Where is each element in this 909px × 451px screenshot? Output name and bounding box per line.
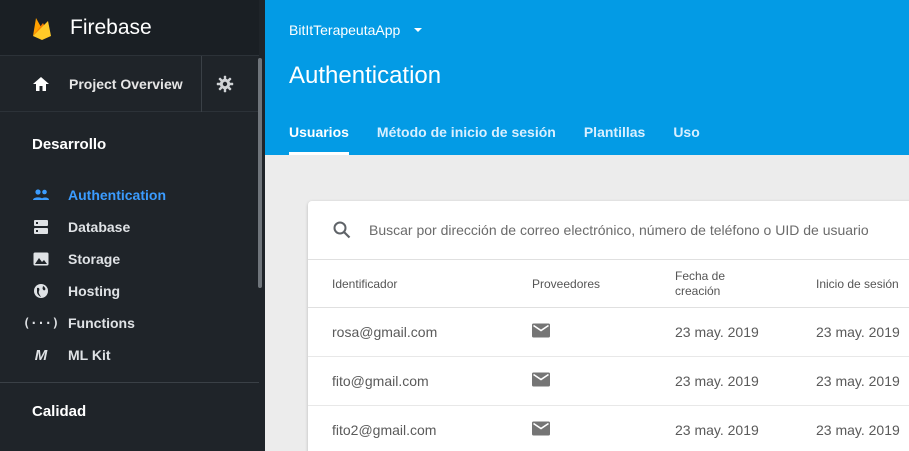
created-date: 23 may. 2019 <box>675 373 759 389</box>
project-name: BitItTerapeutaApp <box>289 22 401 38</box>
user-identifier: rosa@gmail.com <box>332 324 438 340</box>
sidebar-item-authentication[interactable]: Authentication <box>0 179 259 211</box>
sidebar-header: Firebase <box>0 0 259 56</box>
column-header-created[interactable]: Fecha de creación <box>675 269 755 299</box>
page-title: Authentication <box>289 62 442 89</box>
table-row[interactable]: rosa@gmail.com 23 may. 2019 23 may. 2019 <box>308 308 909 357</box>
tab-plantillas[interactable]: Plantillas <box>584 124 645 155</box>
tab-uso[interactable]: Uso <box>673 124 699 155</box>
table-row[interactable]: fito@gmail.com 23 may. 2019 23 may. 2019 <box>308 357 909 406</box>
sidebar-item-hosting[interactable]: Hosting <box>0 275 259 307</box>
section-calidad: Calidad <box>32 403 87 420</box>
sidebar-item-label: Database <box>68 219 131 235</box>
tab-metodo-inicio-sesion[interactable]: Método de inicio de sesión <box>377 124 556 155</box>
signed-in-date: 23 may. 2019 <box>816 324 900 340</box>
brand-name[interactable]: Firebase <box>70 16 152 40</box>
sidebar-scrollbar[interactable] <box>258 58 262 288</box>
sidebar-item-label: Storage <box>68 251 121 267</box>
sidebar-item-label: ML Kit <box>68 347 111 363</box>
sidebar-item-label: Authentication <box>68 187 166 203</box>
ml-kit-icon: M <box>34 346 48 364</box>
image-icon <box>32 250 50 268</box>
mail-icon <box>532 421 550 439</box>
settings-button[interactable] <box>201 56 247 112</box>
user-identifier: fito2@gmail.com <box>332 422 437 438</box>
search-input[interactable] <box>369 222 909 238</box>
section-desarrollo: Desarrollo <box>32 136 107 153</box>
column-header-identifier[interactable]: Identificador <box>332 277 397 291</box>
caret-down-icon <box>414 28 423 32</box>
column-header-providers[interactable]: Proveedores <box>532 277 600 291</box>
search-bar <box>308 201 909 260</box>
globe-icon <box>32 282 50 300</box>
project-overview-label: Project Overview <box>69 75 183 92</box>
sidebar-item-label: Functions <box>68 315 135 331</box>
sidebar-item-label: Hosting <box>68 283 121 299</box>
header: BitItTerapeutaApp Authentication Usuario… <box>265 0 909 155</box>
mail-icon <box>532 323 550 341</box>
sidebar-divider <box>0 382 259 383</box>
search-icon <box>333 221 351 239</box>
user-identifier: fito@gmail.com <box>332 373 429 389</box>
signed-in-date: 23 may. 2019 <box>816 422 900 438</box>
tab-bar: Usuarios Método de inicio de sesión Plan… <box>289 124 728 155</box>
sidebar: Firebase Project Overview Desarrollo Aut… <box>0 0 265 451</box>
signed-in-date: 23 may. 2019 <box>816 373 900 389</box>
sidebar-item-storage[interactable]: Storage <box>0 243 259 275</box>
sidebar-item-ml-kit[interactable]: M ML Kit <box>0 339 259 371</box>
column-header-signed-in[interactable]: Inicio de sesión <box>816 277 899 291</box>
table-row[interactable]: fito2@gmail.com 23 may. 2019 23 may. 201… <box>308 406 909 451</box>
project-selector[interactable]: BitItTerapeutaApp <box>289 22 424 38</box>
people-icon <box>32 186 50 204</box>
sidebar-nav: Authentication Database Storage Hosting … <box>0 179 259 371</box>
tab-usuarios[interactable]: Usuarios <box>289 124 349 155</box>
created-date: 23 may. 2019 <box>675 422 759 438</box>
sidebar-item-functions[interactable]: (···) Functions <box>0 307 259 339</box>
home-icon <box>33 76 49 91</box>
created-date: 23 may. 2019 <box>675 324 759 340</box>
sidebar-item-database[interactable]: Database <box>0 211 259 243</box>
project-overview-link[interactable]: Project Overview <box>0 56 259 112</box>
table-header: Identificador Proveedores Fecha de creac… <box>308 260 909 308</box>
database-icon <box>32 218 50 236</box>
mail-icon <box>532 372 550 390</box>
users-card: Identificador Proveedores Fecha de creac… <box>308 201 909 451</box>
firebase-logo-icon[interactable] <box>32 16 52 40</box>
gear-icon <box>216 75 233 93</box>
functions-icon: (···) <box>22 316 60 330</box>
